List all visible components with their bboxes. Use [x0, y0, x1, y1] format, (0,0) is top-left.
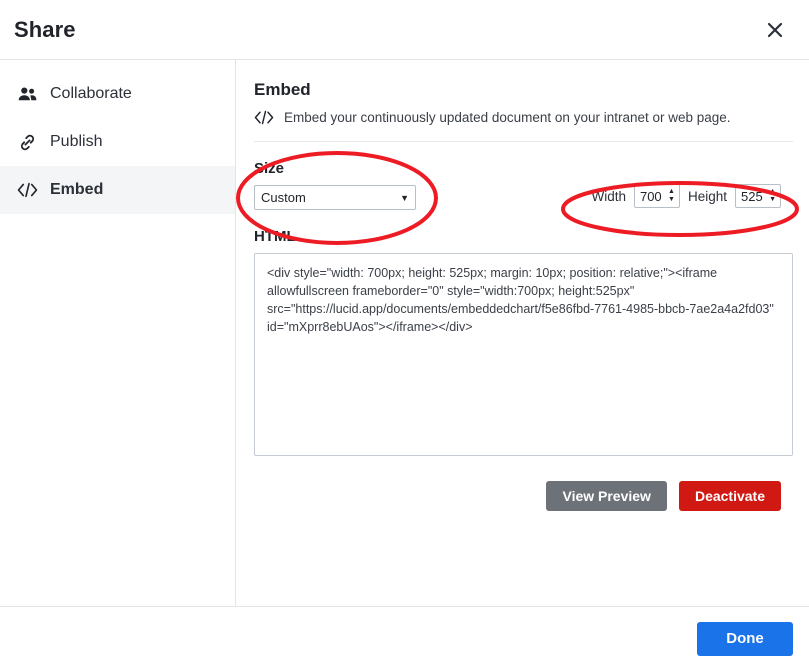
- spinner-arrows-icon[interactable]: ▲ ▼: [668, 189, 675, 203]
- dialog-header: Share: [0, 0, 809, 60]
- height-stepper[interactable]: ▲ ▼: [735, 184, 781, 208]
- embed-actions: View Preview Deactivate: [254, 481, 793, 511]
- spinner-arrows-icon[interactable]: ▲ ▼: [769, 189, 776, 203]
- close-icon[interactable]: [759, 14, 791, 46]
- sidebar-item-publish[interactable]: Publish: [0, 118, 235, 166]
- dialog-body: Collaborate Publish: [0, 60, 809, 607]
- section-description: Embed your continuously updated document…: [254, 110, 793, 142]
- sidebar-item-embed[interactable]: Embed: [0, 166, 235, 214]
- sidebar-item-label: Collaborate: [50, 86, 132, 102]
- html-label: HTML: [254, 228, 793, 245]
- spinner-up-icon[interactable]: ▲: [668, 189, 675, 195]
- size-row: Size Custom ▼ Width ▲ ▼: [254, 142, 793, 210]
- sidebar-item-label: Publish: [50, 134, 102, 150]
- height-label: Height: [688, 189, 727, 204]
- sidebar-item-collaborate[interactable]: Collaborate: [0, 70, 235, 118]
- view-preview-button[interactable]: View Preview: [546, 481, 666, 511]
- height-input[interactable]: [736, 185, 766, 207]
- size-select[interactable]: Custom: [254, 185, 416, 210]
- size-select-wrap: Custom ▼: [254, 185, 416, 210]
- page-title: Share: [14, 17, 759, 43]
- width-stepper[interactable]: ▲ ▼: [634, 184, 680, 208]
- section-title: Embed: [254, 80, 793, 100]
- size-label: Size: [254, 160, 416, 177]
- people-icon: [16, 83, 38, 105]
- code-icon: [254, 110, 274, 125]
- deactivate-button[interactable]: Deactivate: [679, 481, 781, 511]
- dialog-footer: Done: [0, 607, 809, 670]
- embed-panel: Embed Embed your continuously updated do…: [236, 60, 809, 606]
- embed-code-textarea[interactable]: [254, 253, 793, 456]
- link-icon: [16, 131, 38, 153]
- width-input[interactable]: [635, 185, 665, 207]
- share-dialog: Share Collaborate: [0, 0, 809, 670]
- width-label: Width: [591, 189, 626, 204]
- done-button[interactable]: Done: [697, 622, 793, 656]
- spinner-down-icon[interactable]: ▼: [668, 197, 675, 203]
- sidebar-item-label: Embed: [50, 182, 103, 198]
- section-description-text: Embed your continuously updated document…: [284, 110, 731, 125]
- dimensions-group: Width ▲ ▼ Height ▲ ▼: [591, 184, 793, 210]
- sidebar: Collaborate Publish: [0, 60, 236, 606]
- code-icon: [16, 179, 38, 201]
- spinner-up-icon[interactable]: ▲: [769, 189, 776, 195]
- spinner-down-icon[interactable]: ▼: [769, 197, 776, 203]
- html-field: HTML: [254, 228, 793, 461]
- size-field: Size Custom ▼: [254, 160, 416, 210]
